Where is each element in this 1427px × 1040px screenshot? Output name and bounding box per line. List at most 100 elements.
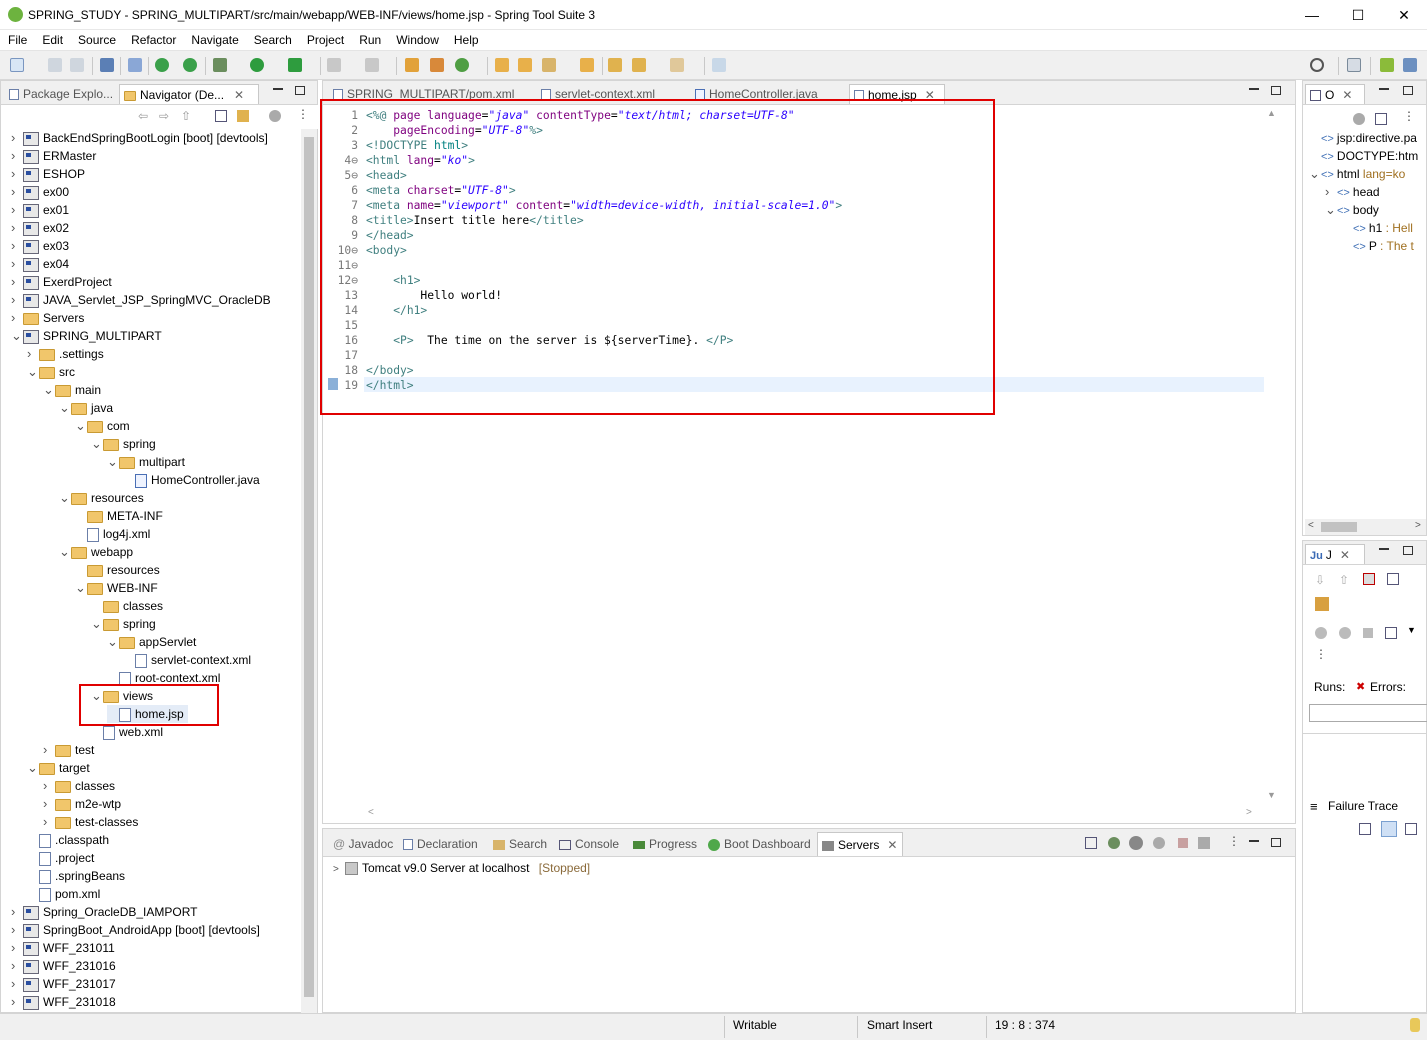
notification-icon[interactable] bbox=[1410, 1018, 1420, 1032]
tree-item[interactable]: › WFF_231011 bbox=[11, 939, 115, 957]
collapse-icon[interactable]: ⌄ bbox=[91, 435, 103, 453]
forward-icon[interactable] bbox=[670, 58, 684, 72]
new-class-icon[interactable] bbox=[455, 58, 469, 72]
tree-item[interactable]: ⌄ com bbox=[75, 417, 130, 435]
tree-item[interactable]: › classes bbox=[43, 777, 115, 795]
tab-progress[interactable]: Progress bbox=[629, 834, 697, 854]
tree-item[interactable]: ⌄ appServlet bbox=[107, 633, 196, 651]
collapse-icon[interactable]: ⌄ bbox=[75, 417, 87, 435]
collapse-icon[interactable]: ⌄ bbox=[1309, 165, 1321, 183]
collapse-icon[interactable]: ⌄ bbox=[75, 579, 87, 597]
next-failure-icon[interactable]: ⇩ bbox=[1315, 573, 1325, 587]
tree-item[interactable]: › ERMaster bbox=[11, 147, 96, 165]
java-perspective-icon[interactable] bbox=[1403, 58, 1417, 72]
debug-icon[interactable] bbox=[213, 58, 227, 72]
minimize-view-icon[interactable] bbox=[1249, 840, 1259, 842]
collapse-icon[interactable]: ⌄ bbox=[11, 327, 23, 345]
expand-icon[interactable]: › bbox=[43, 777, 55, 795]
expand-icon[interactable]: › bbox=[11, 993, 23, 1011]
tab-servers[interactable]: Servers ✕ bbox=[817, 832, 903, 856]
view-menu-icon[interactable]: ⋮ bbox=[1228, 834, 1240, 848]
new-package-icon[interactable] bbox=[430, 58, 444, 72]
maximize-button[interactable]: ☐ bbox=[1335, 4, 1381, 26]
tab-console[interactable]: Console bbox=[555, 834, 619, 854]
menu-project[interactable]: Project bbox=[299, 30, 351, 48]
tab-package-explorer[interactable]: Package Explo... bbox=[5, 84, 117, 104]
tab-junit[interactable]: Ju J ✕ bbox=[1305, 544, 1365, 564]
expand-icon[interactable]: › bbox=[27, 345, 39, 363]
forward-nav-icon[interactable]: ⇨ bbox=[159, 109, 169, 123]
expand-icon[interactable]: › bbox=[11, 237, 23, 255]
tree-item[interactable]: › test bbox=[43, 741, 94, 759]
compare-icon[interactable] bbox=[1359, 823, 1371, 835]
tree-item[interactable]: › WFF_231016 bbox=[11, 957, 116, 975]
expand-icon[interactable]: › bbox=[1325, 183, 1337, 201]
save-icon[interactable] bbox=[48, 58, 62, 72]
expand-icon[interactable]: › bbox=[11, 129, 23, 147]
run-icon[interactable] bbox=[250, 58, 264, 72]
tree-item[interactable]: META-INF bbox=[75, 507, 163, 525]
collapse-icon[interactable]: ⌄ bbox=[59, 399, 71, 417]
menu-source[interactable]: Source bbox=[70, 30, 123, 48]
expand-icon[interactable]: › bbox=[11, 939, 23, 957]
editor-hscroll[interactable]: < > bbox=[364, 807, 1259, 821]
tree-item[interactable]: ⌄ webapp bbox=[59, 543, 133, 561]
outline-item[interactable]: ⌄<> body bbox=[1325, 201, 1379, 219]
tab-boot-dashboard[interactable]: Boot Dashboard bbox=[704, 834, 811, 854]
rerun-icon[interactable] bbox=[1315, 627, 1327, 639]
collapse-icon[interactable] bbox=[1085, 837, 1097, 849]
tree-item[interactable]: › Spring_OracleDB_IAMPORT bbox=[11, 903, 198, 921]
tree-item[interactable]: ⌄ SPRING_MULTIPART bbox=[11, 327, 162, 345]
tree-item[interactable]: › WFF_231017 bbox=[11, 975, 116, 993]
editor-vscroll[interactable]: ▲ ▼ bbox=[1265, 106, 1281, 806]
minimize-editor-icon[interactable] bbox=[1249, 88, 1259, 90]
link-editor-icon[interactable] bbox=[237, 110, 249, 122]
tree-item[interactable]: › m2e-wtp bbox=[43, 795, 121, 813]
minimize-view-icon[interactable] bbox=[1379, 548, 1389, 550]
tree-item[interactable]: ⌄ spring bbox=[91, 615, 156, 633]
copy-trace-icon[interactable] bbox=[1405, 823, 1417, 835]
maximize-view-icon[interactable] bbox=[295, 86, 305, 95]
expand-icon[interactable]: › bbox=[43, 795, 55, 813]
tree-item[interactable]: › SpringBoot_AndroidApp [boot] [devtools] bbox=[11, 921, 260, 939]
filter-trace-icon[interactable] bbox=[1381, 821, 1397, 837]
open-resource-icon[interactable] bbox=[580, 58, 594, 72]
tree-item[interactable]: › ex03 bbox=[11, 237, 69, 255]
tree-item[interactable]: › WFF_231018 bbox=[11, 993, 116, 1011]
view-menu-icon[interactable]: ⋮ bbox=[297, 107, 309, 121]
maximize-view-icon[interactable] bbox=[1403, 86, 1413, 95]
tree-item[interactable]: › .settings bbox=[27, 345, 104, 363]
previous-failure-icon[interactable]: ⇧ bbox=[1339, 573, 1349, 587]
stop-icon[interactable] bbox=[327, 58, 341, 72]
tree-item[interactable]: › JAVA_Servlet_JSP_SpringMVC_OracleDB bbox=[11, 291, 271, 309]
close-icon[interactable]: ✕ bbox=[887, 838, 897, 852]
tree-item[interactable]: › ex01 bbox=[11, 201, 69, 219]
filter-icon[interactable] bbox=[269, 110, 281, 122]
expand-icon[interactable]: › bbox=[11, 255, 23, 273]
stop-test-icon[interactable] bbox=[1363, 628, 1373, 638]
collapse-icon[interactable]: ⌄ bbox=[91, 615, 103, 633]
close-icon[interactable]: ✕ bbox=[1340, 548, 1350, 562]
expand-icon[interactable]: > bbox=[333, 861, 345, 879]
publish-icon[interactable] bbox=[1198, 837, 1210, 849]
view-menu-icon[interactable]: ⋮ bbox=[1403, 109, 1415, 123]
layout-icon[interactable] bbox=[1385, 627, 1397, 639]
close-button[interactable]: ✕ bbox=[1381, 4, 1427, 26]
search-icon[interactable] bbox=[1310, 58, 1324, 72]
open-perspective-icon[interactable] bbox=[1347, 58, 1361, 72]
collapse-icon[interactable]: ⌄ bbox=[1325, 201, 1337, 219]
tree-item[interactable]: HomeController.java bbox=[123, 471, 260, 489]
open-task-icon[interactable] bbox=[518, 58, 532, 72]
tree-item[interactable]: ⌄ java bbox=[59, 399, 113, 417]
spring-boot-icon[interactable] bbox=[183, 58, 197, 72]
tree-item[interactable]: ⌄ main bbox=[43, 381, 101, 399]
tree-item[interactable]: ⌄ multipart bbox=[107, 453, 185, 471]
collapse-icon[interactable]: ⌄ bbox=[43, 381, 55, 399]
tree-item[interactable]: › Servers bbox=[11, 309, 84, 327]
expand-icon[interactable]: › bbox=[11, 273, 23, 291]
save-all-icon[interactable] bbox=[70, 58, 84, 72]
spring-perspective-icon[interactable] bbox=[1380, 58, 1394, 72]
skip-breakpoints-icon[interactable] bbox=[128, 58, 142, 72]
tab-declaration[interactable]: Declaration bbox=[399, 834, 478, 854]
filter-icon[interactable] bbox=[1353, 113, 1365, 125]
